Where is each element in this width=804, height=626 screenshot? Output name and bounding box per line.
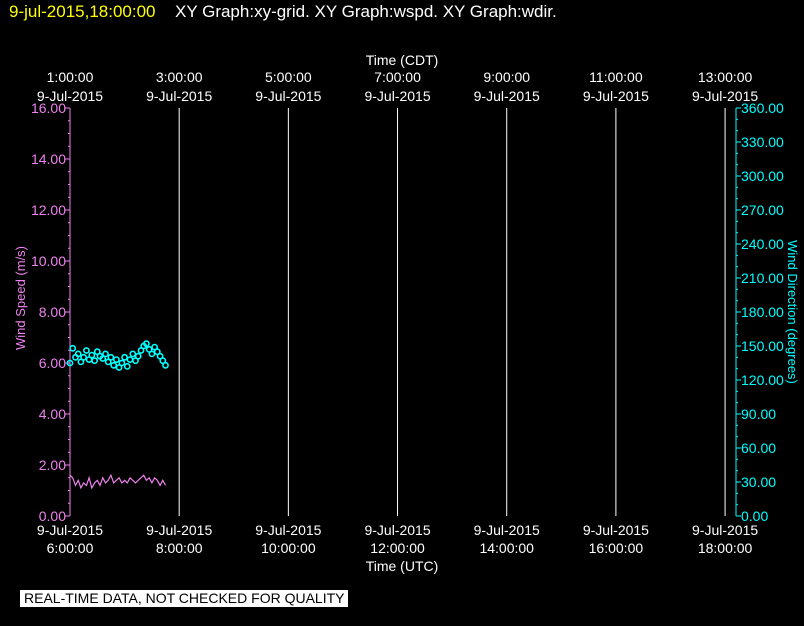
right-tick-label: 300.00 (741, 168, 784, 184)
left-tick-label: 10.00 (31, 253, 66, 269)
wdir-point (91, 357, 98, 365)
left-tick-label: 2.00 (39, 457, 66, 473)
right-tick-label: 90.00 (741, 406, 776, 422)
right-axis-title: Wind Direction (degrees) (785, 240, 800, 384)
bottom-tick-date: 9-Jul-2015 (692, 522, 758, 538)
top-tick-time: 3:00:00 (156, 69, 203, 85)
top-axis-title: Time (CDT) (366, 52, 439, 68)
top-tick-time: 11:00:00 (589, 69, 643, 85)
bottom-tick-date: 9-Jul-2015 (37, 522, 103, 538)
top-tick-time: 13:00:00 (698, 69, 753, 85)
wdir-point (88, 351, 96, 359)
top-tick-date: 9-Jul-2015 (692, 88, 758, 104)
top-tick-time: 7:00:00 (374, 69, 421, 85)
left-tick-label: 6.00 (39, 355, 66, 371)
wdir-point (142, 340, 150, 348)
right-tick-label: 60.00 (741, 440, 776, 456)
quality-notice: REAL-TIME DATA, NOT CHECKED FOR QUALITY (20, 590, 349, 607)
wdir-point (74, 350, 82, 358)
bottom-tick-time: 18:00:00 (698, 540, 753, 556)
wind-chart: 0.002.004.006.008.0010.0012.0014.0016.00… (13, 52, 800, 574)
wdir-point (121, 353, 128, 361)
bottom-tick-time: 12:00:00 (370, 540, 425, 556)
top-tick-time: 9:00:00 (483, 69, 530, 85)
right-tick-label: 240.00 (741, 236, 784, 252)
left-axis-title: Wind Speed (m/s) (13, 246, 28, 350)
right-tick-label: 120.00 (741, 372, 784, 388)
top-tick-date: 9-Jul-2015 (146, 88, 212, 104)
top-tick-date: 9-Jul-2015 (583, 88, 649, 104)
right-tick-label: 330.00 (741, 134, 784, 150)
right-tick-label: 270.00 (741, 202, 784, 218)
bottom-tick-date: 9-Jul-2015 (583, 522, 649, 538)
bottom-tick-date: 9-Jul-2015 (474, 522, 540, 538)
top-tick-time: 5:00:00 (265, 69, 312, 85)
wdir-point (162, 361, 169, 369)
top-tick-date: 9-Jul-2015 (37, 88, 103, 104)
bottom-tick-time: 14:00:00 (479, 540, 534, 556)
left-tick-label: 8.00 (39, 304, 66, 320)
wdir-point (113, 356, 120, 363)
wdir-point (102, 350, 109, 358)
bottom-axis-title: Time (UTC) (366, 558, 439, 574)
bottom-tick-time: 16:00:00 (589, 540, 644, 556)
wdir-point (134, 352, 142, 360)
bottom-tick-date: 9-Jul-2015 (364, 522, 430, 538)
bottom-tick-time: 6:00:00 (47, 540, 94, 556)
left-tick-label: 12.00 (31, 202, 66, 218)
left-tick-label: 14.00 (31, 151, 66, 167)
top-tick-date: 9-Jul-2015 (474, 88, 540, 104)
wdir-point (69, 344, 77, 352)
top-tick-time: 1:00:00 (47, 69, 94, 85)
wdir-point (107, 353, 115, 361)
bottom-tick-time: 10:00:00 (261, 540, 316, 556)
wspd-series-line (69, 473, 167, 490)
bottom-tick-date: 9-Jul-2015 (146, 522, 212, 538)
wdir-point (83, 347, 90, 354)
wdir-point (148, 350, 156, 358)
top-tick-date: 9-Jul-2015 (255, 88, 321, 104)
bottom-tick-time: 8:00:00 (156, 540, 203, 556)
bottom-tick-date: 9-Jul-2015 (255, 522, 321, 538)
wdir-point (110, 361, 118, 369)
top-tick-date: 9-Jul-2015 (364, 88, 430, 104)
wdir-point (126, 356, 134, 363)
wdir-point (129, 350, 137, 358)
right-tick-label: 210.00 (741, 270, 784, 286)
right-tick-label: 30.00 (741, 474, 776, 490)
wdir-point (80, 353, 87, 361)
left-tick-label: 4.00 (39, 406, 66, 422)
right-tick-label: 150.00 (741, 338, 784, 354)
right-tick-label: 180.00 (741, 304, 784, 320)
wdir-point (118, 359, 126, 367)
wdir-point (123, 362, 131, 370)
